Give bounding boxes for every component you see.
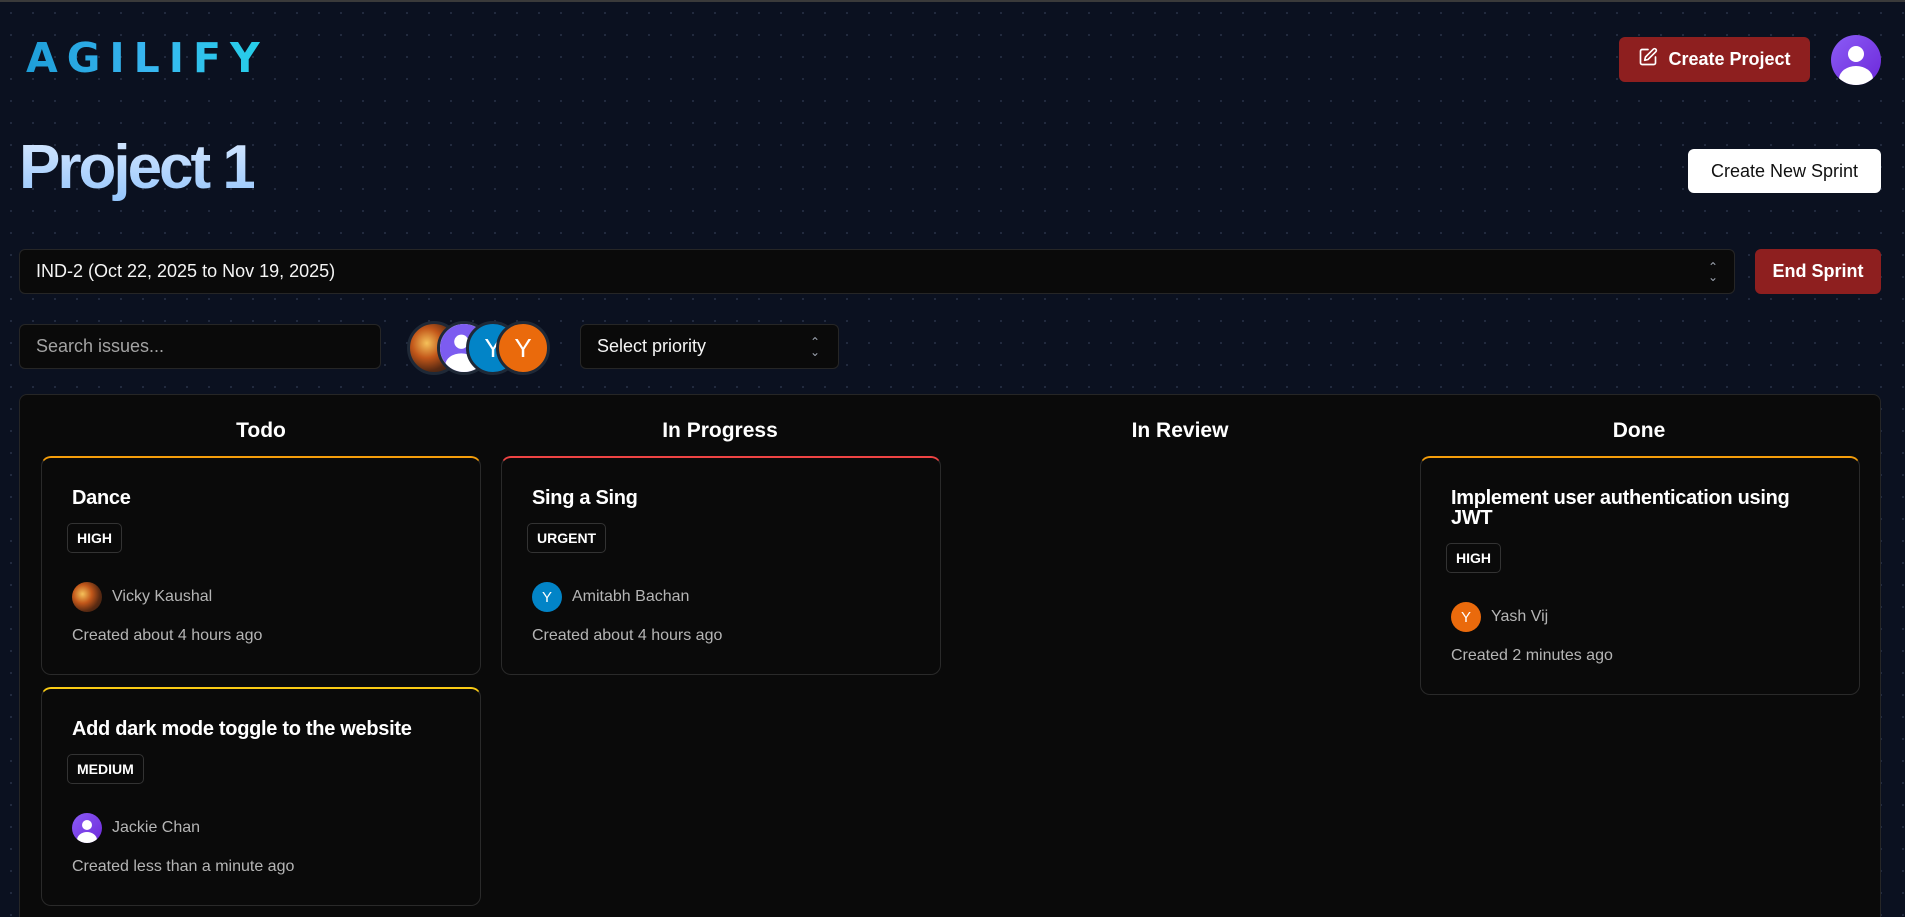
issue-title: Implement user authentication using JWT (1451, 487, 1790, 529)
priority-badge: HIGH (67, 523, 122, 553)
issue-card[interactable]: Sing a Sing URGENT Y Amitabh Bachan Crea… (501, 456, 941, 675)
issue-created-time: Created less than a minute ago (72, 858, 295, 875)
create-project-label: Create Project (1668, 49, 1791, 69)
assignee-name: Vicky Kaushal (112, 588, 213, 605)
issue-created-time: Created 2 minutes ago (1451, 647, 1613, 664)
user-avatar[interactable] (1831, 35, 1881, 85)
avatar-initial: Y (1460, 608, 1471, 626)
avatar (72, 582, 102, 612)
end-sprint-button[interactable]: End Sprint (1755, 249, 1881, 294)
issue-assignee: Vicky Kaushal (72, 582, 212, 612)
column-title-done: Done (1612, 419, 1666, 442)
create-new-sprint-button[interactable]: Create New Sprint (1688, 149, 1881, 193)
priority-badge: URGENT (527, 523, 607, 553)
issue-assignee: Jackie Chan (72, 813, 200, 843)
edit-icon (1638, 47, 1658, 72)
assignee-name: Yash Vij (1491, 608, 1549, 625)
user-icon (1839, 46, 1873, 85)
column-title-in-review: In Review (1131, 419, 1229, 442)
issue-created-time: Created about 4 hours ago (72, 627, 263, 644)
kanban-board: Todo In Progress In Review Done Dance HI… (19, 394, 1881, 917)
issue-title: Add dark mode toggle to the website (72, 718, 412, 740)
assignee-name: Amitabh Bachan (572, 588, 690, 605)
priority-select[interactable]: Select priority ⌃ ⌄ (580, 324, 839, 369)
assignee-filter-avatar[interactable]: Y (496, 321, 550, 375)
avatar-initial: Y (541, 588, 552, 606)
assignee-name: Jackie Chan (112, 819, 201, 836)
avatar: Y (532, 582, 562, 612)
avatar (72, 813, 102, 843)
issue-card[interactable]: Add dark mode toggle to the website MEDI… (41, 687, 481, 906)
issue-created-time: Created about 4 hours ago (532, 627, 723, 644)
create-project-button[interactable]: Create Project (1619, 37, 1810, 82)
issue-title: Sing a Sing (532, 487, 638, 509)
priority-select-value: Select priority (597, 336, 707, 356)
chevron-up-down-icon: ⌃ ⌄ (1707, 260, 1718, 284)
app-logo[interactable]: AGILIFY (26, 34, 269, 82)
chevron-up-down-icon: ⌃ ⌄ (809, 335, 820, 359)
column-title-todo: Todo (236, 419, 286, 442)
issue-card[interactable]: Dance HIGH Vicky Kaushal Created about 4… (41, 456, 481, 675)
issue-assignee: Y Yash Vij (1451, 602, 1548, 632)
avatar: Y (1451, 602, 1481, 632)
column-title-in-progress: In Progress (662, 419, 778, 442)
avatar-initial: Y (514, 332, 532, 363)
user-icon (77, 820, 97, 843)
priority-badge: HIGH (1446, 543, 1501, 573)
issue-title: Dance (72, 487, 131, 509)
issue-card[interactable]: Implement user authentication using JWT … (1420, 456, 1860, 695)
sprint-select[interactable]: IND-2 (Oct 22, 2025 to Nov 19, 2025) ⌃ ⌄ (19, 249, 1735, 294)
priority-badge: MEDIUM (67, 754, 144, 784)
search-input[interactable] (19, 324, 381, 369)
sprint-select-value: IND-2 (Oct 22, 2025 to Nov 19, 2025) (36, 261, 336, 281)
issue-assignee: Y Amitabh Bachan (532, 582, 689, 612)
page-title: Project 1 (19, 133, 257, 202)
